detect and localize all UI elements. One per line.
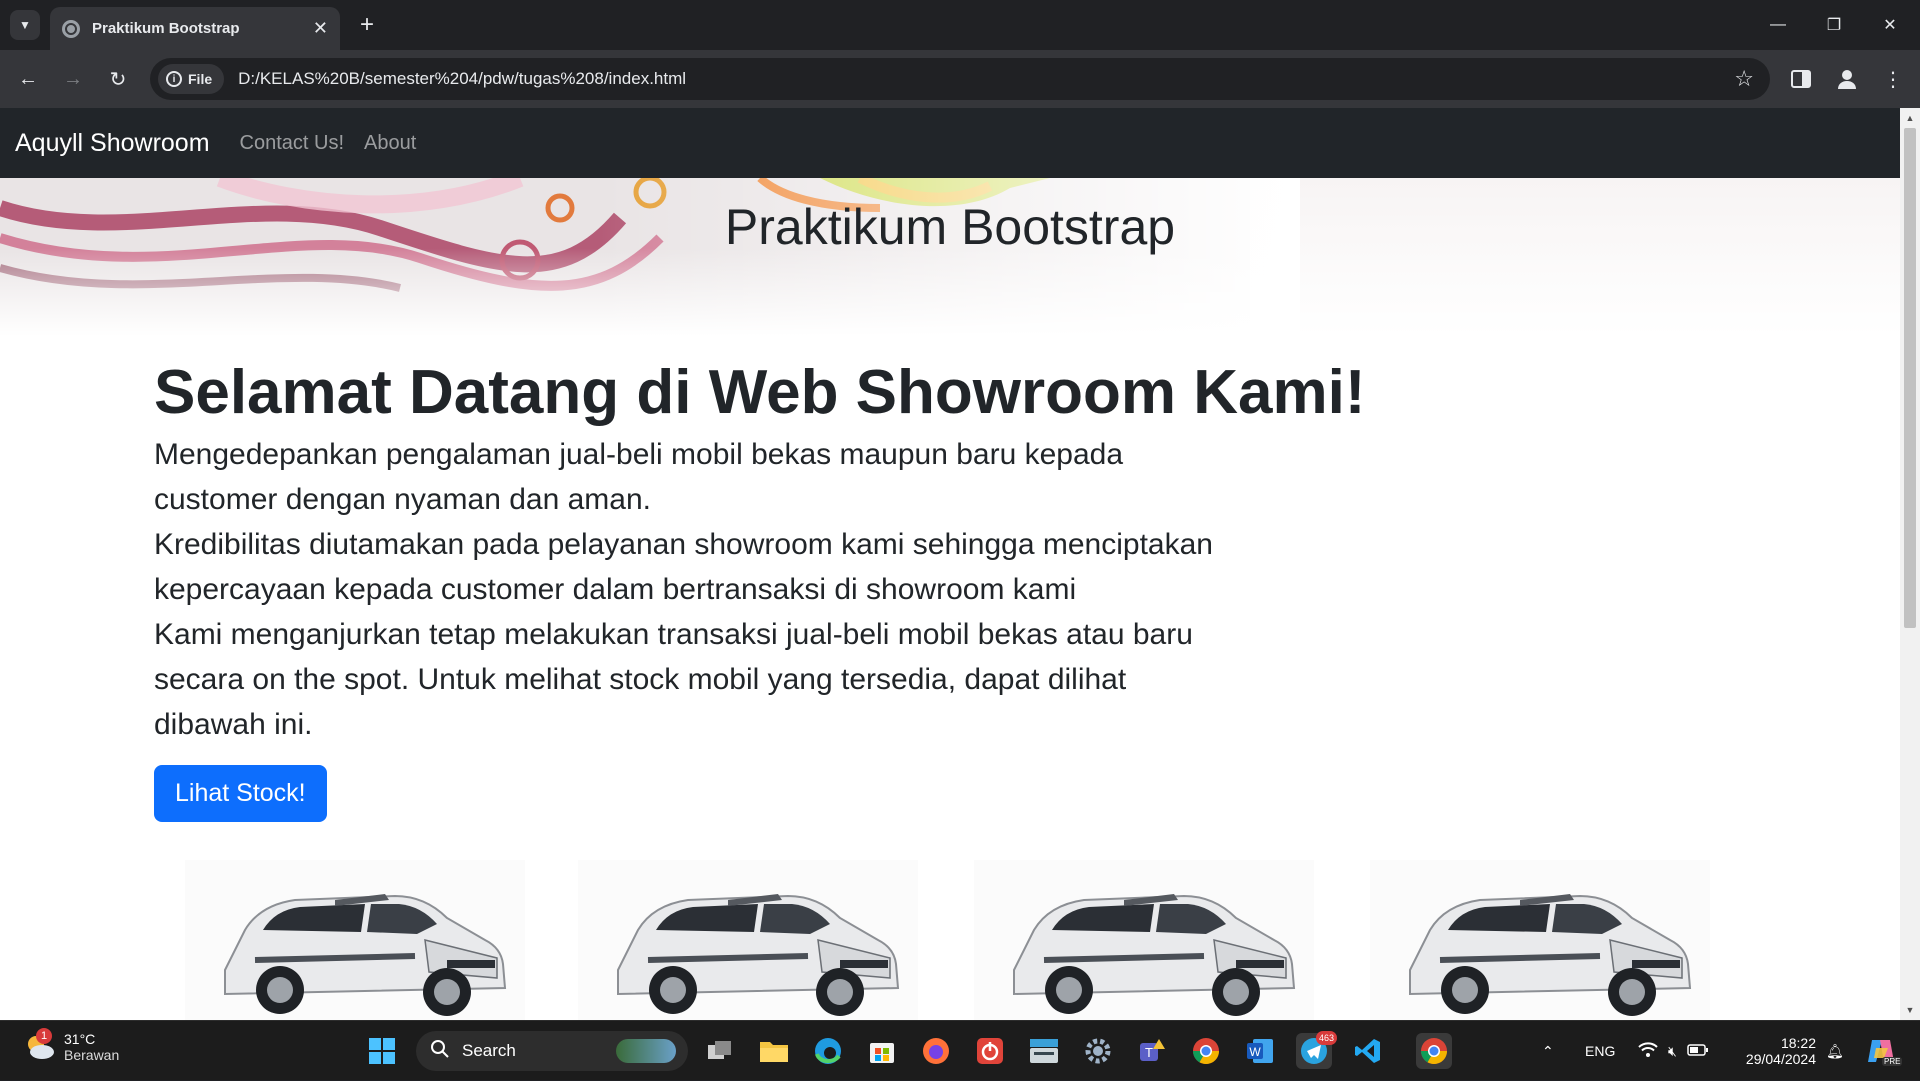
car-image[interactable] bbox=[974, 860, 1314, 1020]
page-viewport: Aquyll Showroom Contact Us! About Prakti… bbox=[0, 108, 1900, 1020]
page-scrollbar[interactable]: ▲ ▼ bbox=[1900, 108, 1920, 1020]
svg-text:W: W bbox=[1249, 1045, 1261, 1059]
system-tray-status[interactable]: 🔇︎ bbox=[1638, 1021, 1709, 1081]
info-icon: i bbox=[166, 71, 182, 87]
side-panel-icon[interactable] bbox=[1786, 64, 1816, 94]
lihat-stock-button[interactable]: Lihat Stock! bbox=[154, 765, 327, 823]
clock-time: 18:22 bbox=[1780, 1035, 1816, 1051]
clock-date: 29/04/2024 bbox=[1745, 1051, 1816, 1067]
settings-gear-icon[interactable] bbox=[1080, 1033, 1116, 1069]
hero-banner: Praktikum Bootstrap bbox=[0, 178, 1900, 336]
search-icon bbox=[430, 1039, 450, 1064]
copilot-icon[interactable]: PRE bbox=[1866, 1021, 1903, 1081]
car-image[interactable] bbox=[578, 860, 918, 1020]
teams-icon[interactable]: T bbox=[1134, 1033, 1170, 1069]
cloud-sun-icon: 1 bbox=[22, 1028, 56, 1062]
show-hidden-icons[interactable]: ⌃ bbox=[1542, 1021, 1554, 1081]
profile-icon[interactable] bbox=[1832, 64, 1862, 94]
search-highlight-icon bbox=[616, 1039, 676, 1063]
svg-text:T: T bbox=[1145, 1045, 1153, 1060]
bookmark-star-icon[interactable]: ☆ bbox=[1734, 66, 1754, 92]
suv-illustration bbox=[185, 860, 525, 1020]
intro-paragraph-2: Kredibilitas diutamakan pada pelayanan s… bbox=[154, 528, 1213, 607]
menu-kebab-icon[interactable]: ⋮ bbox=[1878, 64, 1908, 94]
restore-button[interactable]: ❐ bbox=[1806, 0, 1862, 50]
notification-bell-icon[interactable]: 🔔︎ bbox=[1826, 1021, 1844, 1081]
telegram-unread-badge: 463 bbox=[1316, 1031, 1338, 1045]
intro-paragraph-1: Mengedepankan pengalaman jual-beli mobil… bbox=[154, 438, 1124, 517]
suv-illustration bbox=[578, 860, 918, 1020]
task-view-icon[interactable] bbox=[702, 1033, 738, 1069]
chrome-icon[interactable] bbox=[1188, 1033, 1224, 1069]
taskbar-search[interactable]: Search bbox=[416, 1031, 688, 1071]
close-window-button[interactable]: ✕ bbox=[1862, 0, 1918, 50]
navbar-brand[interactable]: Aquyll Showroom bbox=[15, 129, 210, 158]
word-icon[interactable]: W bbox=[1242, 1033, 1278, 1069]
volume-muted-icon: 🔇︎ bbox=[1668, 1042, 1677, 1059]
search-label: Search bbox=[462, 1041, 516, 1060]
browser-tab[interactable]: Praktikum Bootstrap ✕ bbox=[50, 7, 340, 50]
wifi-icon bbox=[1638, 1041, 1658, 1061]
suv-illustration bbox=[1370, 860, 1710, 1020]
back-button[interactable]: ← bbox=[13, 64, 43, 94]
language-indicator[interactable]: ENG bbox=[1585, 1021, 1615, 1081]
chrome-active-icon[interactable] bbox=[1416, 1033, 1452, 1069]
scroll-up-arrow[interactable]: ▲ bbox=[1900, 110, 1920, 126]
new-tab-button[interactable]: + bbox=[352, 10, 382, 40]
browser-tab-strip: ▼ Praktikum Bootstrap ✕ + — ❐ ✕ bbox=[0, 0, 1920, 50]
nav-link-about[interactable]: About bbox=[364, 132, 416, 155]
intro-paragraph-3: Kami menganjurkan tetap melakukan transa… bbox=[154, 618, 1193, 742]
reload-button[interactable]: ↻ bbox=[103, 64, 133, 94]
site-info-chip[interactable]: i File bbox=[158, 64, 225, 94]
welcome-heading: Selamat Datang di Web Showroom Kami! bbox=[154, 358, 1366, 427]
weather-widget[interactable]: 1 31°C Berawan bbox=[22, 1028, 120, 1063]
power-app-icon[interactable] bbox=[972, 1033, 1008, 1069]
weather-desc: Berawan bbox=[64, 1047, 120, 1063]
tab-title: Praktikum Bootstrap bbox=[92, 20, 240, 37]
telegram-icon[interactable]: 463 bbox=[1296, 1031, 1338, 1069]
car-gallery bbox=[0, 860, 1900, 1020]
copilot-badge: PRE bbox=[1882, 1057, 1903, 1066]
tab-search-button[interactable]: ▼ bbox=[10, 10, 40, 40]
file-explorer-icon[interactable] bbox=[756, 1033, 792, 1069]
suv-illustration bbox=[974, 860, 1314, 1020]
url-text[interactable]: D:/KELAS%20B/semester%204/pdw/tugas%208/… bbox=[238, 69, 1734, 89]
battery-icon bbox=[1687, 1043, 1709, 1060]
minimize-button[interactable]: — bbox=[1750, 0, 1806, 50]
browser-toolbar: ← → ↻ i File D:/KELAS%20B/semester%204/p… bbox=[0, 50, 1920, 108]
site-navbar: Aquyll Showroom Contact Us! About bbox=[0, 108, 1900, 178]
nav-link-contact[interactable]: Contact Us! bbox=[240, 132, 344, 155]
weather-temp: 31°C bbox=[64, 1031, 96, 1047]
windows-start-icon[interactable] bbox=[364, 1033, 400, 1069]
close-tab-icon[interactable]: ✕ bbox=[313, 18, 328, 39]
car-image[interactable] bbox=[185, 860, 525, 1020]
microsoft-store-icon[interactable] bbox=[864, 1033, 900, 1069]
scroll-down-arrow[interactable]: ▼ bbox=[1900, 1002, 1920, 1018]
weather-alert-badge: 1 bbox=[36, 1028, 52, 1044]
car-image[interactable] bbox=[1370, 860, 1710, 1020]
forward-button[interactable]: → bbox=[58, 64, 88, 94]
hero-title: Praktikum Bootstrap bbox=[724, 199, 1176, 255]
clock[interactable]: 18:22 29/04/2024 bbox=[1736, 1021, 1816, 1081]
globe-icon bbox=[62, 19, 80, 38]
scrollbar-thumb[interactable] bbox=[1904, 128, 1916, 628]
keyboard-app-icon[interactable] bbox=[1026, 1033, 1062, 1069]
site-chip-label: File bbox=[188, 71, 213, 87]
vscode-icon[interactable] bbox=[1350, 1033, 1386, 1069]
jumbotron: Selamat Datang di Web Showroom Kami! Men… bbox=[154, 356, 1654, 823]
firefox-icon[interactable] bbox=[918, 1033, 954, 1069]
windows-taskbar: 1 31°C Berawan Search T W 463 ⌃ ENG 🔇︎ 1 bbox=[0, 1020, 1920, 1080]
edge-icon[interactable] bbox=[810, 1033, 846, 1069]
address-bar[interactable]: i File D:/KELAS%20B/semester%204/pdw/tug… bbox=[150, 58, 1770, 100]
